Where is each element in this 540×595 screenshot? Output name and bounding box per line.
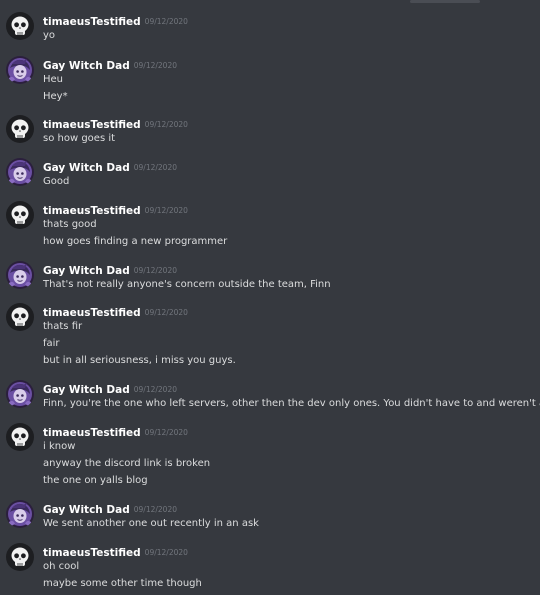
- username[interactable]: Gay Witch Dad: [43, 265, 130, 277]
- message-text: maybe some other time though: [43, 578, 202, 589]
- message-header: timaeusTestified 09/12/2020: [43, 423, 188, 439]
- message-text: oh cool: [43, 561, 80, 572]
- witch-avatar-icon[interactable]: [6, 261, 34, 289]
- message-header: timaeusTestified 09/12/2020: [43, 115, 188, 131]
- message-text: Hey*: [43, 91, 68, 102]
- message-group: Gay Witch Dad 09/12/2020 We sent another o…: [0, 500, 540, 534]
- message-timestamp: 09/12/2020: [133, 385, 177, 394]
- message-group: timaeusTestified 09/12/2020 i know anyway t…: [0, 423, 540, 491]
- username[interactable]: timaeusTestified: [43, 427, 141, 439]
- username[interactable]: Gay Witch Dad: [43, 504, 130, 516]
- scroll-fade: [410, 0, 480, 3]
- message-text: Finn, you're the one who left servers, o…: [43, 398, 540, 409]
- username[interactable]: Gay Witch Dad: [43, 162, 130, 174]
- message-group: timaeusTestified 09/12/2020 yo: [0, 12, 540, 46]
- message-timestamp: 09/12/2020: [133, 505, 177, 514]
- message-text: Good: [43, 176, 70, 187]
- message-header: Gay Witch Dad 09/12/2020: [43, 380, 177, 396]
- skull-avatar-icon[interactable]: [6, 115, 34, 143]
- message-timestamp: 09/12/2020: [144, 428, 188, 437]
- message-group: timaeusTestified 09/12/2020 thats good how …: [0, 201, 540, 252]
- message-group: timaeusTestified 09/12/2020 thats fir fair b…: [0, 303, 540, 371]
- message-text: thats fir: [43, 321, 83, 332]
- message-header: Gay Witch Dad 09/12/2020: [43, 158, 177, 174]
- message-timestamp: 09/12/2020: [133, 61, 177, 70]
- message-header: timaeusTestified 09/12/2020: [43, 12, 188, 28]
- skull-avatar-icon[interactable]: [6, 303, 34, 331]
- skull-avatar-icon[interactable]: [6, 543, 34, 571]
- message-text: fair: [43, 338, 60, 349]
- witch-avatar-icon[interactable]: [6, 380, 34, 408]
- skull-avatar-icon[interactable]: [6, 201, 34, 229]
- message-timestamp: 09/12/2020: [144, 17, 188, 26]
- message-header: timaeusTestified 09/12/2020: [43, 201, 188, 217]
- message-text: but in all seriousness, i miss you guys.: [43, 355, 236, 366]
- message-header: Gay Witch Dad 09/12/2020: [43, 56, 177, 72]
- message-header: timaeusTestified 09/12/2020: [43, 543, 188, 559]
- message-group: Gay Witch Dad 09/12/2020 That's not really…: [0, 261, 540, 295]
- username[interactable]: timaeusTestified: [43, 119, 141, 131]
- skull-avatar-icon[interactable]: [6, 423, 34, 451]
- username[interactable]: timaeusTestified: [43, 307, 141, 319]
- witch-avatar-icon[interactable]: [6, 158, 34, 186]
- message-text: the one on yalls blog: [43, 475, 148, 486]
- username[interactable]: timaeusTestified: [43, 547, 141, 559]
- message-group: Gay Witch Dad 09/12/2020 Heu Hey*: [0, 56, 540, 107]
- message-text: anyway the discord link is broken: [43, 458, 211, 469]
- message-header: Gay Witch Dad 09/12/2020: [43, 261, 177, 277]
- message-text: so how goes it: [43, 133, 116, 144]
- message-group: timaeusTestified 09/12/2020 so how goes it: [0, 115, 540, 149]
- message-group: Gay Witch Dad 09/12/2020 Good: [0, 158, 540, 192]
- message-text: thats good: [43, 219, 97, 230]
- username[interactable]: Gay Witch Dad: [43, 60, 130, 72]
- message-timestamp: 09/12/2020: [144, 120, 188, 129]
- message-group: timaeusTestified 09/12/2020 oh cool maybe s…: [0, 543, 540, 594]
- message-header: timaeusTestified 09/12/2020: [43, 303, 188, 319]
- message-timestamp: 09/12/2020: [133, 163, 177, 172]
- message-text: how goes finding a new programmer: [43, 236, 228, 247]
- message-text: Heu: [43, 74, 64, 85]
- message-text: i know: [43, 441, 76, 452]
- message-list[interactable]: timaeusTestified 09/12/2020 yo Gay Witch Da…: [0, 0, 540, 595]
- message-header: Gay Witch Dad 09/12/2020: [43, 500, 177, 516]
- message-text: That's not really anyone's concern outsi…: [43, 279, 331, 290]
- message-timestamp: 09/12/2020: [133, 266, 177, 275]
- username[interactable]: timaeusTestified: [43, 16, 141, 28]
- message-text: We sent another one out recently in an a…: [43, 518, 259, 529]
- username[interactable]: Gay Witch Dad: [43, 384, 130, 396]
- message-timestamp: 09/12/2020: [144, 308, 188, 317]
- message-timestamp: 09/12/2020: [144, 548, 188, 557]
- message-group: Gay Witch Dad 09/12/2020 Finn, you're the …: [0, 380, 540, 414]
- witch-avatar-icon[interactable]: [6, 56, 34, 84]
- message-text: yo: [43, 30, 56, 41]
- witch-avatar-icon[interactable]: [6, 500, 34, 528]
- message-timestamp: 09/12/2020: [144, 206, 188, 215]
- username[interactable]: timaeusTestified: [43, 205, 141, 217]
- skull-avatar-icon[interactable]: [6, 12, 34, 40]
